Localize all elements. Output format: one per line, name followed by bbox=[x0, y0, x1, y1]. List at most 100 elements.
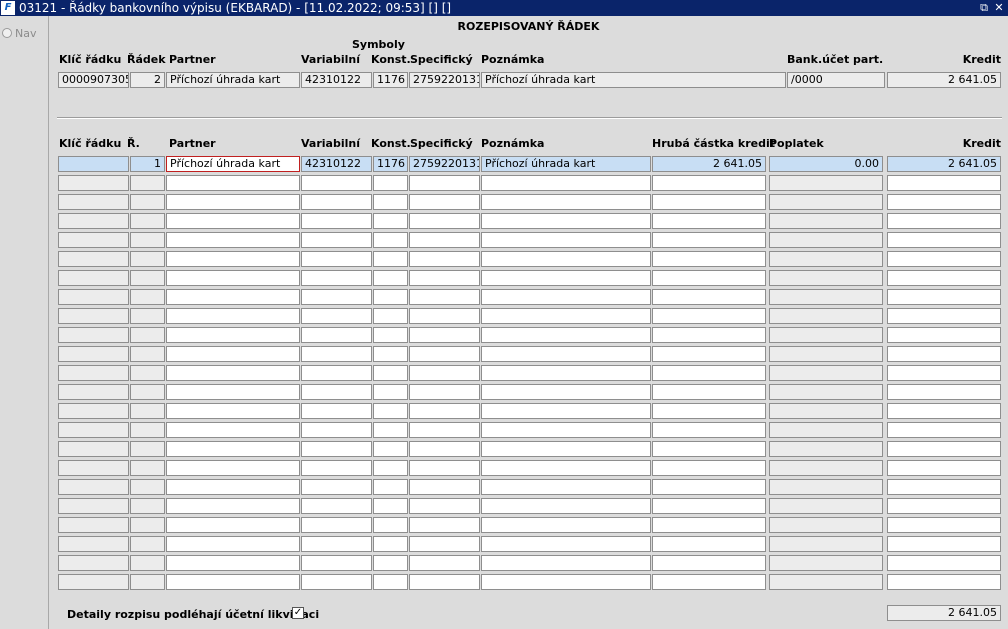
grid-r-cell[interactable]: 1 bbox=[130, 156, 165, 172]
grid-kredit-cell[interactable] bbox=[887, 270, 1001, 286]
grid-hruba-cell[interactable] bbox=[652, 555, 766, 571]
grid-poplatek-cell[interactable] bbox=[769, 460, 883, 476]
grid-partner-cell[interactable] bbox=[166, 175, 300, 191]
grid-specificky-cell[interactable] bbox=[409, 479, 480, 495]
grid-konst-cell[interactable] bbox=[373, 460, 408, 476]
grid-konst-cell[interactable]: 1176 bbox=[373, 156, 408, 172]
grid-poplatek-cell[interactable] bbox=[769, 327, 883, 343]
close-icon[interactable]: ✕ bbox=[992, 0, 1006, 16]
grid-klic-cell[interactable] bbox=[58, 403, 129, 419]
grid-klic-cell[interactable] bbox=[58, 479, 129, 495]
grid-variabilni-cell[interactable] bbox=[301, 213, 372, 229]
restore-icon[interactable]: ⧉ bbox=[977, 0, 991, 16]
grid-variabilni-cell[interactable] bbox=[301, 574, 372, 590]
grid-variabilni-cell[interactable]: 42310122 bbox=[301, 156, 372, 172]
grid-kredit-cell[interactable] bbox=[887, 384, 1001, 400]
grid-klic-cell[interactable] bbox=[58, 346, 129, 362]
grid-poznamka-cell[interactable] bbox=[481, 403, 651, 419]
grid-variabilni-cell[interactable] bbox=[301, 308, 372, 324]
top-klic-field[interactable]: 0000907305 bbox=[58, 72, 129, 88]
grid-hruba-cell[interactable] bbox=[652, 517, 766, 533]
grid-r-cell[interactable] bbox=[130, 441, 165, 457]
grid-poplatek-cell[interactable] bbox=[769, 365, 883, 381]
grid-konst-cell[interactable] bbox=[373, 441, 408, 457]
grid-variabilni-cell[interactable] bbox=[301, 479, 372, 495]
grid-poplatek-cell[interactable] bbox=[769, 213, 883, 229]
grid-klic-cell[interactable] bbox=[58, 232, 129, 248]
grid-partner-cell[interactable] bbox=[166, 270, 300, 286]
grid-kredit-cell[interactable] bbox=[887, 422, 1001, 438]
grid-partner-cell[interactable] bbox=[166, 574, 300, 590]
grid-klic-cell[interactable] bbox=[58, 156, 129, 172]
grid-poznamka-cell[interactable] bbox=[481, 498, 651, 514]
grid-r-cell[interactable] bbox=[130, 555, 165, 571]
grid-klic-cell[interactable] bbox=[58, 365, 129, 381]
grid-variabilni-cell[interactable] bbox=[301, 536, 372, 552]
grid-konst-cell[interactable] bbox=[373, 232, 408, 248]
grid-hruba-cell[interactable] bbox=[652, 270, 766, 286]
grid-poznamka-cell[interactable] bbox=[481, 479, 651, 495]
grid-hruba-cell[interactable] bbox=[652, 498, 766, 514]
grid-poplatek-cell[interactable] bbox=[769, 536, 883, 552]
grid-partner-cell[interactable] bbox=[166, 498, 300, 514]
grid-klic-cell[interactable] bbox=[58, 574, 129, 590]
grid-variabilni-cell[interactable] bbox=[301, 517, 372, 533]
grid-konst-cell[interactable] bbox=[373, 422, 408, 438]
grid-hruba-cell[interactable] bbox=[652, 574, 766, 590]
grid-konst-cell[interactable] bbox=[373, 555, 408, 571]
grid-hruba-cell[interactable] bbox=[652, 365, 766, 381]
grid-specificky-cell[interactable] bbox=[409, 536, 480, 552]
grid-klic-cell[interactable] bbox=[58, 270, 129, 286]
grid-specificky-cell[interactable] bbox=[409, 232, 480, 248]
grid-poznamka-cell[interactable]: Příchozí úhrada kart bbox=[481, 156, 651, 172]
grid-konst-cell[interactable] bbox=[373, 251, 408, 267]
grid-poplatek-cell[interactable] bbox=[769, 175, 883, 191]
grid-r-cell[interactable] bbox=[130, 270, 165, 286]
grid-hruba-cell[interactable] bbox=[652, 460, 766, 476]
grid-specificky-cell[interactable] bbox=[409, 422, 480, 438]
top-bank-ucet-field[interactable]: /0000 bbox=[787, 72, 885, 88]
grid-klic-cell[interactable] bbox=[58, 441, 129, 457]
grid-poznamka-cell[interactable] bbox=[481, 327, 651, 343]
grid-specificky-cell[interactable] bbox=[409, 460, 480, 476]
grid-poznamka-cell[interactable] bbox=[481, 346, 651, 362]
grid-poplatek-cell[interactable] bbox=[769, 384, 883, 400]
grid-partner-cell[interactable] bbox=[166, 384, 300, 400]
grid-poznamka-cell[interactable] bbox=[481, 517, 651, 533]
grid-hruba-cell[interactable] bbox=[652, 194, 766, 210]
grid-poplatek-cell[interactable] bbox=[769, 194, 883, 210]
grid-klic-cell[interactable] bbox=[58, 175, 129, 191]
grid-klic-cell[interactable] bbox=[58, 194, 129, 210]
grid-poznamka-cell[interactable] bbox=[481, 232, 651, 248]
grid-hruba-cell[interactable] bbox=[652, 346, 766, 362]
grid-variabilni-cell[interactable] bbox=[301, 327, 372, 343]
grid-hruba-cell[interactable] bbox=[652, 289, 766, 305]
grid-poznamka-cell[interactable] bbox=[481, 460, 651, 476]
grid-r-cell[interactable] bbox=[130, 327, 165, 343]
grid-poznamka-cell[interactable] bbox=[481, 536, 651, 552]
grid-partner-cell[interactable] bbox=[166, 441, 300, 457]
grid-r-cell[interactable] bbox=[130, 498, 165, 514]
grid-specificky-cell[interactable] bbox=[409, 289, 480, 305]
grid-kredit-cell[interactable] bbox=[887, 194, 1001, 210]
grid-specificky-cell[interactable] bbox=[409, 574, 480, 590]
grid-r-cell[interactable] bbox=[130, 536, 165, 552]
grid-variabilni-cell[interactable] bbox=[301, 555, 372, 571]
total-kredit-field[interactable]: 2 641.05 bbox=[887, 605, 1001, 621]
grid-partner-cell[interactable] bbox=[166, 422, 300, 438]
grid-konst-cell[interactable] bbox=[373, 327, 408, 343]
grid-partner-cell[interactable] bbox=[166, 194, 300, 210]
grid-poznamka-cell[interactable] bbox=[481, 289, 651, 305]
grid-partner-cell[interactable] bbox=[166, 251, 300, 267]
top-poznamka-field[interactable]: Příchozí úhrada kart bbox=[481, 72, 786, 88]
grid-variabilni-cell[interactable] bbox=[301, 384, 372, 400]
grid-klic-cell[interactable] bbox=[58, 289, 129, 305]
grid-specificky-cell[interactable] bbox=[409, 365, 480, 381]
grid-poznamka-cell[interactable] bbox=[481, 308, 651, 324]
grid-variabilni-cell[interactable] bbox=[301, 232, 372, 248]
grid-variabilni-cell[interactable] bbox=[301, 403, 372, 419]
grid-poznamka-cell[interactable] bbox=[481, 574, 651, 590]
grid-r-cell[interactable] bbox=[130, 308, 165, 324]
grid-klic-cell[interactable] bbox=[58, 536, 129, 552]
grid-poplatek-cell[interactable] bbox=[769, 517, 883, 533]
